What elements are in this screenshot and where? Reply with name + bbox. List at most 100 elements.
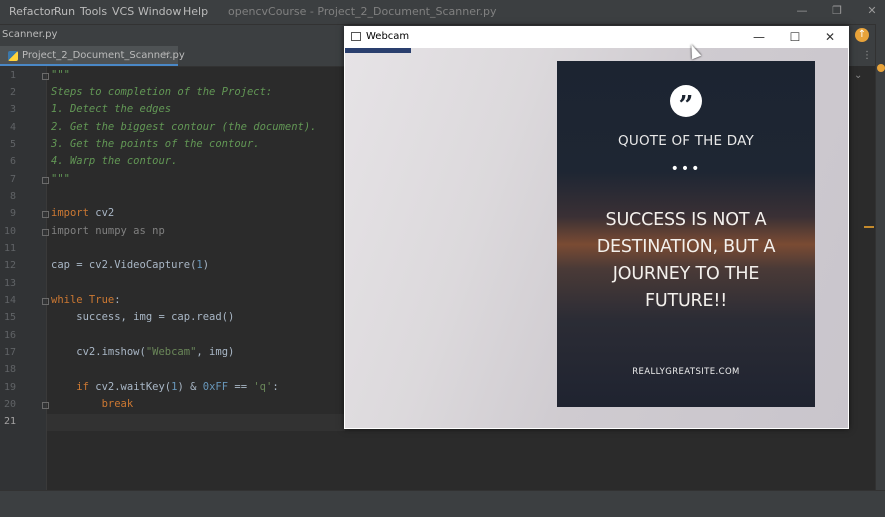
fold-marker-icon[interactable] <box>42 229 49 236</box>
tab-project-2-document-scanner[interactable]: Project_2_Document_Scanner.py × <box>0 46 185 66</box>
line-number: 10 <box>3 226 16 237</box>
chevron-down-icon[interactable]: ⌄ <box>854 70 862 81</box>
line-number: 11 <box>3 243 16 254</box>
ide-restore-icon[interactable]: ❐ <box>829 3 845 19</box>
quote-line: SUCCESS IS NOT A <box>605 210 767 230</box>
line-number: 2 <box>9 87 16 98</box>
code-line: cv2.imshow("Webcam", img) <box>51 346 234 358</box>
code-line: 2. Get the biggest contour (the document… <box>51 121 317 133</box>
line-number: 6 <box>9 156 16 167</box>
status-bar <box>0 490 885 517</box>
fold-marker-icon[interactable] <box>42 177 49 184</box>
line-number: 4 <box>9 122 16 133</box>
keyword: import <box>51 207 89 219</box>
ide-close-icon[interactable]: ✕ <box>864 3 880 19</box>
line-number: 17 <box>3 347 16 358</box>
keyword: if <box>51 381 89 393</box>
maximize-icon[interactable]: ☐ <box>780 28 810 46</box>
code-text: : <box>114 294 121 306</box>
right-tool-strip <box>875 24 885 490</box>
fold-marker-icon[interactable] <box>42 298 49 305</box>
menu-help[interactable]: Help <box>183 5 208 18</box>
code-line: if cv2.waitKey(1) & 0xFF == 'q': <box>51 381 279 393</box>
code-line: success, img = cap.read() <box>51 311 235 323</box>
minimize-icon[interactable]: — <box>744 28 774 46</box>
code-line: """ <box>51 173 70 185</box>
number-literal: 0xFF <box>202 381 229 393</box>
line-number: 13 <box>3 278 16 289</box>
current-line-highlight <box>47 414 345 431</box>
poster-quote: SUCCESS IS NOT A DESTINATION, BUT A JOUR… <box>573 207 799 315</box>
window-title: opencvCourse - Project_2_Document_Scanne… <box>228 5 497 18</box>
webcam-window-title: Webcam <box>366 31 410 42</box>
line-number: 3 <box>9 104 16 115</box>
line-number: 1 <box>9 70 16 81</box>
upload-arrow-icon[interactable]: ↑ <box>855 28 869 42</box>
menu-refactor[interactable]: Refactor <box>9 5 55 18</box>
tab-label: Project_2_Document_Scanner.py <box>22 50 185 61</box>
code-line: cap = cv2.VideoCapture(1) <box>51 259 209 271</box>
code-line: Steps to completion of the Project: <box>51 86 273 98</box>
code-line: import numpy as np <box>51 225 165 237</box>
menu-window[interactable]: Window <box>138 5 181 18</box>
line-number: 21 <box>3 416 16 427</box>
code-text: cap = cv2.VideoCapture( <box>51 259 197 271</box>
window-app-icon <box>351 32 361 41</box>
quote-line: DESTINATION, BUT A <box>596 237 776 257</box>
line-number: 14 <box>3 295 16 306</box>
poster-heading: QUOTE OF THE DAY <box>618 133 754 149</box>
code-text: cv2.imshow( <box>51 346 146 358</box>
line-number: 16 <box>3 330 16 341</box>
line-number: 20 <box>3 399 16 410</box>
menu-run[interactable]: Run <box>54 5 75 18</box>
scroll-marker <box>864 226 874 228</box>
line-number-gutter: 1 2 3 4 5 6 7 8 9 10 11 12 13 14 15 16 1… <box>0 66 49 490</box>
line-number: 5 <box>9 139 16 150</box>
code-text: : <box>272 381 279 393</box>
line-number: 12 <box>3 260 16 271</box>
poster-dots: ••• <box>670 161 702 177</box>
more-options-icon[interactable]: ⋮ <box>862 50 872 61</box>
poster-site: REALLYGREATSITE.COM <box>632 367 740 377</box>
code-text: cv2 <box>88 207 115 219</box>
string-literal: "Webcam" <box>145 346 197 358</box>
quote-poster: ” QUOTE OF THE DAY ••• SUCCESS IS NOT A … <box>557 61 815 407</box>
webcam-window[interactable]: Webcam — ☐ ✕ ” QUOTE OF THE DAY ••• SUCC… <box>344 26 849 429</box>
keyword: while True <box>51 294 115 306</box>
fold-marker-icon[interactable] <box>42 211 49 218</box>
code-text: , img) <box>196 346 235 358</box>
string-literal: 'q' <box>253 381 273 393</box>
code-text: ) <box>202 259 210 271</box>
python-file-icon <box>8 51 18 61</box>
line-number: 7 <box>9 174 16 185</box>
code-text: == <box>228 381 254 393</box>
line-number: 15 <box>3 312 16 323</box>
line-number: 8 <box>9 191 16 202</box>
line-number: 18 <box>3 364 16 375</box>
tab-close-icon[interactable]: × <box>162 49 170 60</box>
code-line: """ <box>51 69 70 81</box>
update-icon[interactable] <box>877 64 885 72</box>
quote-line: FUTURE!! <box>644 291 728 311</box>
breadcrumb-file[interactable]: Scanner.py <box>2 29 57 40</box>
fold-marker-icon[interactable] <box>42 402 49 409</box>
code-line: 1. Detect the edges <box>51 103 172 115</box>
menu-vcs[interactable]: VCS <box>112 5 134 18</box>
code-line: break <box>51 398 134 410</box>
code-line: while True: <box>51 294 121 306</box>
fold-marker-icon[interactable] <box>42 73 49 80</box>
code-line: 4. Warp the contour. <box>51 155 178 167</box>
webcam-frame: ” QUOTE OF THE DAY ••• SUCCESS IS NOT A … <box>345 48 848 428</box>
menu-tools[interactable]: Tools <box>80 5 107 18</box>
quote-bubble-icon: ” <box>670 85 702 121</box>
frame-edge-artifact <box>345 48 411 53</box>
ide-minimize-icon[interactable]: — <box>794 3 810 19</box>
code-line: import cv2 <box>51 207 114 219</box>
code-text: ) & <box>177 381 203 393</box>
close-icon[interactable]: ✕ <box>815 28 845 46</box>
code-text: cv2.waitKey( <box>88 381 172 393</box>
menu-bar: Refactor Run Tools VCS Window Help openc… <box>0 0 885 24</box>
line-number: 9 <box>9 208 16 219</box>
line-number: 19 <box>3 382 16 393</box>
quote-line: JOURNEY TO THE <box>612 264 760 284</box>
